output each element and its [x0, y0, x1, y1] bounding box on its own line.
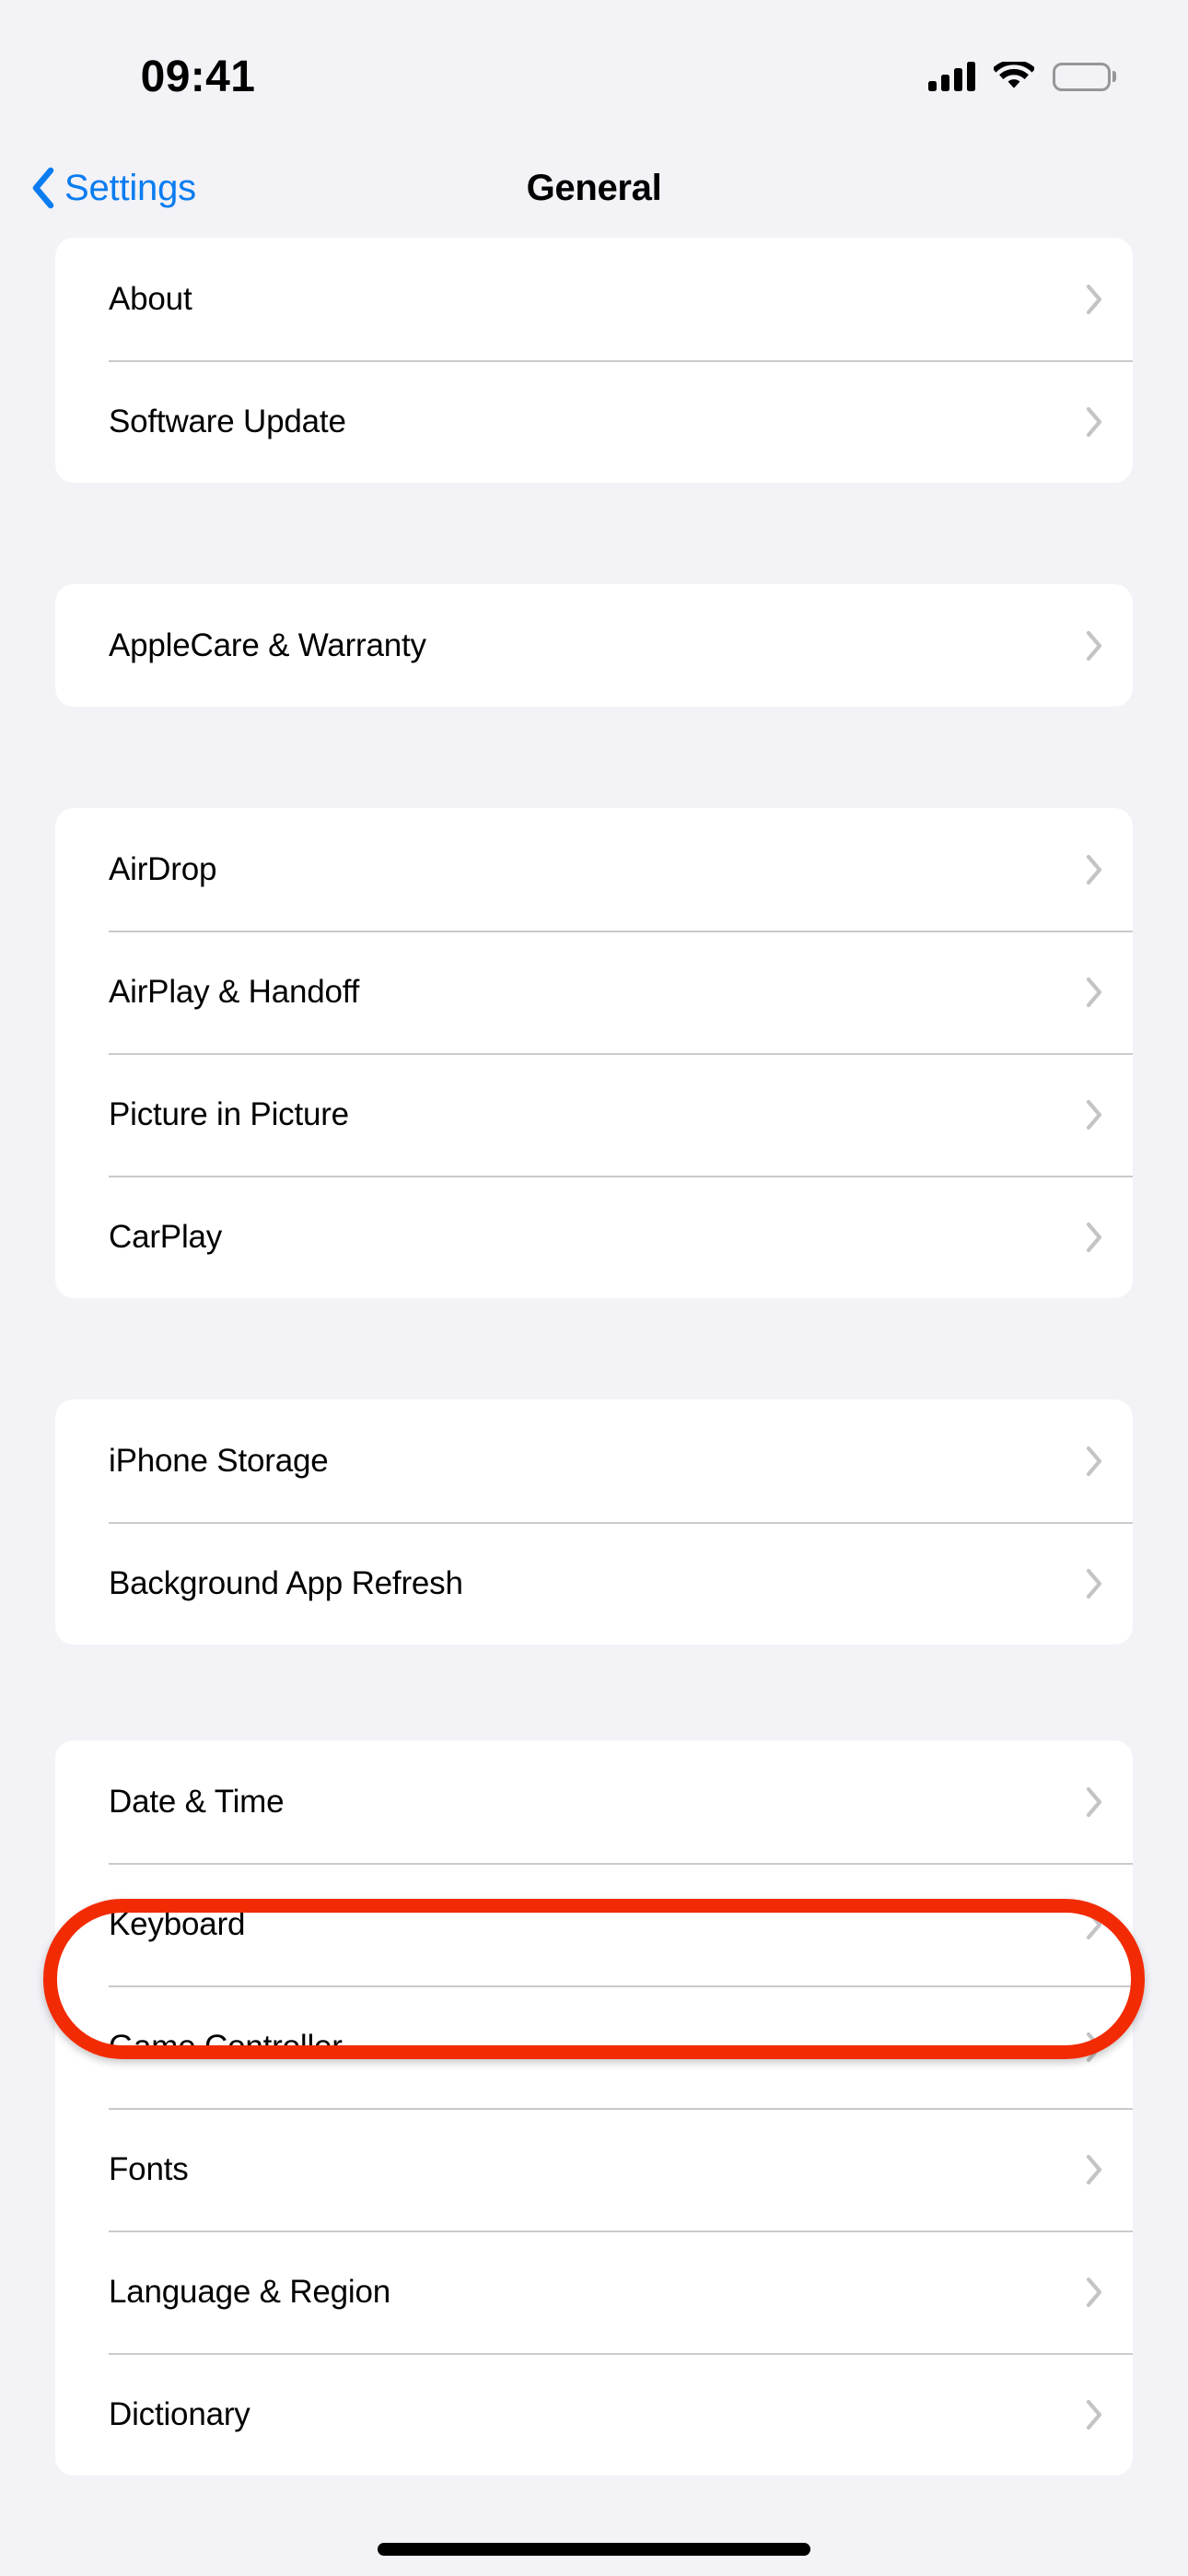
row-fonts[interactable]: Fonts — [55, 2108, 1133, 2231]
row-label: About — [109, 281, 192, 317]
row-dictionary[interactable]: Dictionary — [55, 2353, 1133, 2476]
row-picture-in-picture[interactable]: Picture in Picture — [55, 1053, 1133, 1176]
status-bar-indicators — [927, 0, 1116, 138]
chevron-right-icon — [1085, 977, 1103, 1008]
row-label: AirPlay & Handoff — [109, 974, 360, 1010]
navigation-bar: Settings General — [0, 138, 1188, 238]
settings-group-info: About Software Update — [55, 238, 1133, 483]
row-label: Dictionary — [109, 2396, 250, 2432]
chevron-right-icon — [1085, 2154, 1103, 2185]
chevron-right-icon — [1085, 630, 1103, 662]
chevron-right-icon — [1085, 1446, 1103, 1477]
row-about[interactable]: About — [55, 238, 1133, 360]
settings-list: About Software Update AppleCare & Warran… — [0, 238, 1188, 2476]
home-indicator — [378, 2543, 810, 2556]
battery-icon — [1052, 62, 1116, 91]
page-title: General — [526, 167, 662, 208]
status-bar: 09:41 — [0, 0, 1188, 138]
chevron-right-icon — [1085, 854, 1103, 885]
chevron-right-icon — [1085, 2399, 1103, 2430]
row-carplay[interactable]: CarPlay — [55, 1176, 1133, 1298]
chevron-right-icon — [1085, 1909, 1103, 1940]
wifi-icon — [993, 62, 1034, 91]
chevron-right-icon — [1085, 1786, 1103, 1818]
row-label: CarPlay — [109, 1219, 223, 1255]
row-label: Fonts — [109, 2151, 189, 2187]
row-background-app-refresh[interactable]: Background App Refresh — [55, 1522, 1133, 1645]
row-airdrop[interactable]: AirDrop — [55, 808, 1133, 931]
row-label: Keyboard — [109, 1906, 246, 1942]
settings-group-system: Date & Time Keyboard Game Controller Fon… — [55, 1740, 1133, 2476]
row-keyboard[interactable]: Keyboard — [55, 1863, 1133, 1985]
chevron-right-icon — [1085, 1222, 1103, 1253]
row-iphone-storage[interactable]: iPhone Storage — [55, 1399, 1133, 1522]
row-label: AirDrop — [109, 851, 217, 887]
chevron-right-icon — [1085, 284, 1103, 315]
settings-group-connectivity: AirDrop AirPlay & Handoff Picture in Pic… — [55, 808, 1133, 1298]
row-label: Background App Refresh — [109, 1565, 463, 1601]
row-label: Software Update — [109, 404, 346, 439]
row-label: iPhone Storage — [109, 1443, 329, 1479]
chevron-right-icon — [1085, 2277, 1103, 2308]
chevron-right-icon — [1085, 1568, 1103, 1599]
chevron-right-icon — [1085, 2032, 1103, 2063]
row-language-region[interactable]: Language & Region — [55, 2231, 1133, 2353]
chevron-right-icon — [1085, 1099, 1103, 1130]
row-label: AppleCare & Warranty — [109, 627, 426, 663]
row-applecare-warranty[interactable]: AppleCare & Warranty — [55, 584, 1133, 707]
row-label: Game Controller — [109, 2029, 343, 2065]
row-label: Picture in Picture — [109, 1096, 349, 1132]
cellular-signal-icon — [927, 62, 975, 91]
row-airplay-handoff[interactable]: AirPlay & Handoff — [55, 931, 1133, 1053]
settings-group-storage: iPhone Storage Background App Refresh — [55, 1399, 1133, 1645]
settings-group-applecare: AppleCare & Warranty — [55, 584, 1133, 707]
chevron-right-icon — [1085, 406, 1103, 438]
status-bar-time: 09:41 — [140, 52, 256, 101]
row-software-update[interactable]: Software Update — [55, 360, 1133, 483]
row-date-time[interactable]: Date & Time — [55, 1740, 1133, 1863]
row-game-controller[interactable]: Game Controller — [55, 1985, 1133, 2108]
row-label: Language & Region — [109, 2274, 391, 2310]
row-label: Date & Time — [109, 1784, 285, 1820]
